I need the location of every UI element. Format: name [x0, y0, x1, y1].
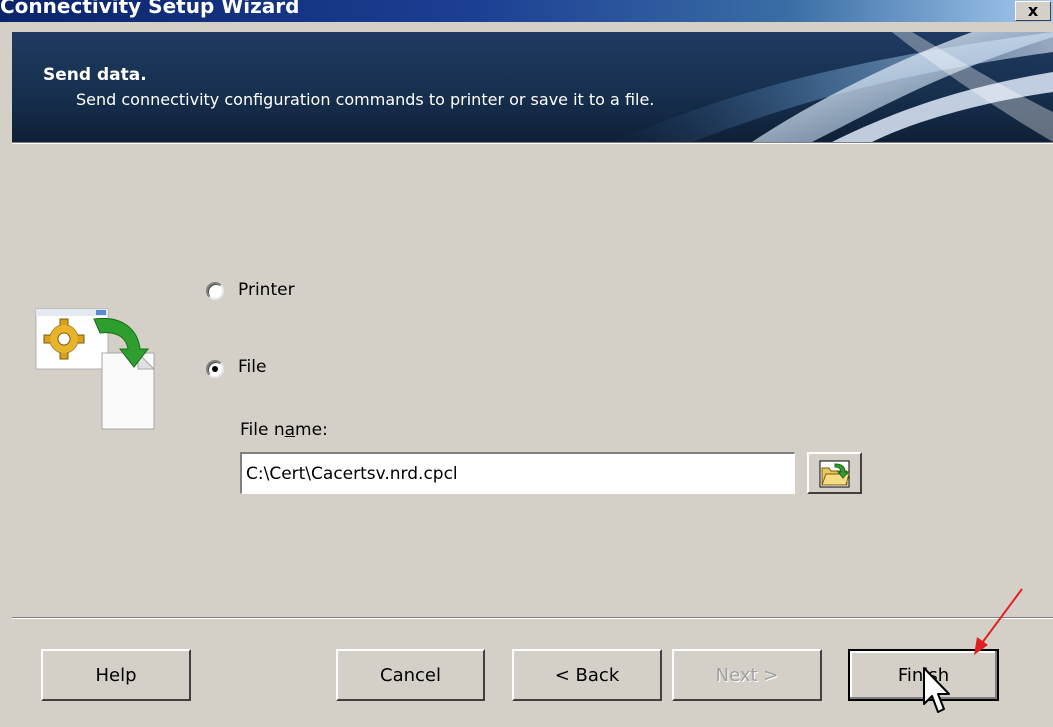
- header-title: Send data.: [43, 65, 147, 85]
- radio-selected-dot: [212, 366, 218, 372]
- cancel-button-label: Cancel: [380, 664, 441, 686]
- red-arrow-annotation: [974, 588, 1023, 655]
- file-name-input[interactable]: [240, 452, 795, 494]
- mouse-pointer-icon: [923, 667, 950, 713]
- file-name-label: File name:: [240, 420, 328, 440]
- help-button-label: Help: [95, 664, 137, 686]
- next-button-label: Next >: [715, 664, 779, 686]
- file-label[interactable]: File: [238, 357, 266, 377]
- printer-radio[interactable]: [206, 282, 224, 300]
- header-subtitle: Send connectivity configuration commands…: [76, 90, 655, 109]
- next-button[interactable]: Next >: [672, 649, 822, 701]
- help-button[interactable]: Help: [41, 649, 191, 701]
- title-bar: Connectivity Setup Wizard x: [0, 0, 1053, 22]
- browse-button[interactable]: [807, 452, 862, 494]
- close-button[interactable]: x: [1015, 1, 1051, 21]
- printer-label[interactable]: Printer: [238, 280, 295, 300]
- close-icon: x: [1027, 1, 1039, 20]
- wizard-header: Send data. Send connectivity configurati…: [12, 32, 1053, 142]
- back-button[interactable]: < Back: [512, 649, 662, 701]
- header-divider-highlight: [12, 143, 1053, 144]
- header-swoosh-graphic: [612, 32, 1053, 142]
- file-radio[interactable]: [206, 360, 224, 378]
- footer-divider-highlight: [12, 618, 1053, 619]
- cancel-button[interactable]: Cancel: [336, 649, 485, 701]
- folder-open-icon: [819, 460, 850, 488]
- back-button-label: < Back: [554, 664, 620, 686]
- window-title: Connectivity Setup Wizard: [0, 0, 300, 18]
- send-to-file-icon: [35, 308, 156, 430]
